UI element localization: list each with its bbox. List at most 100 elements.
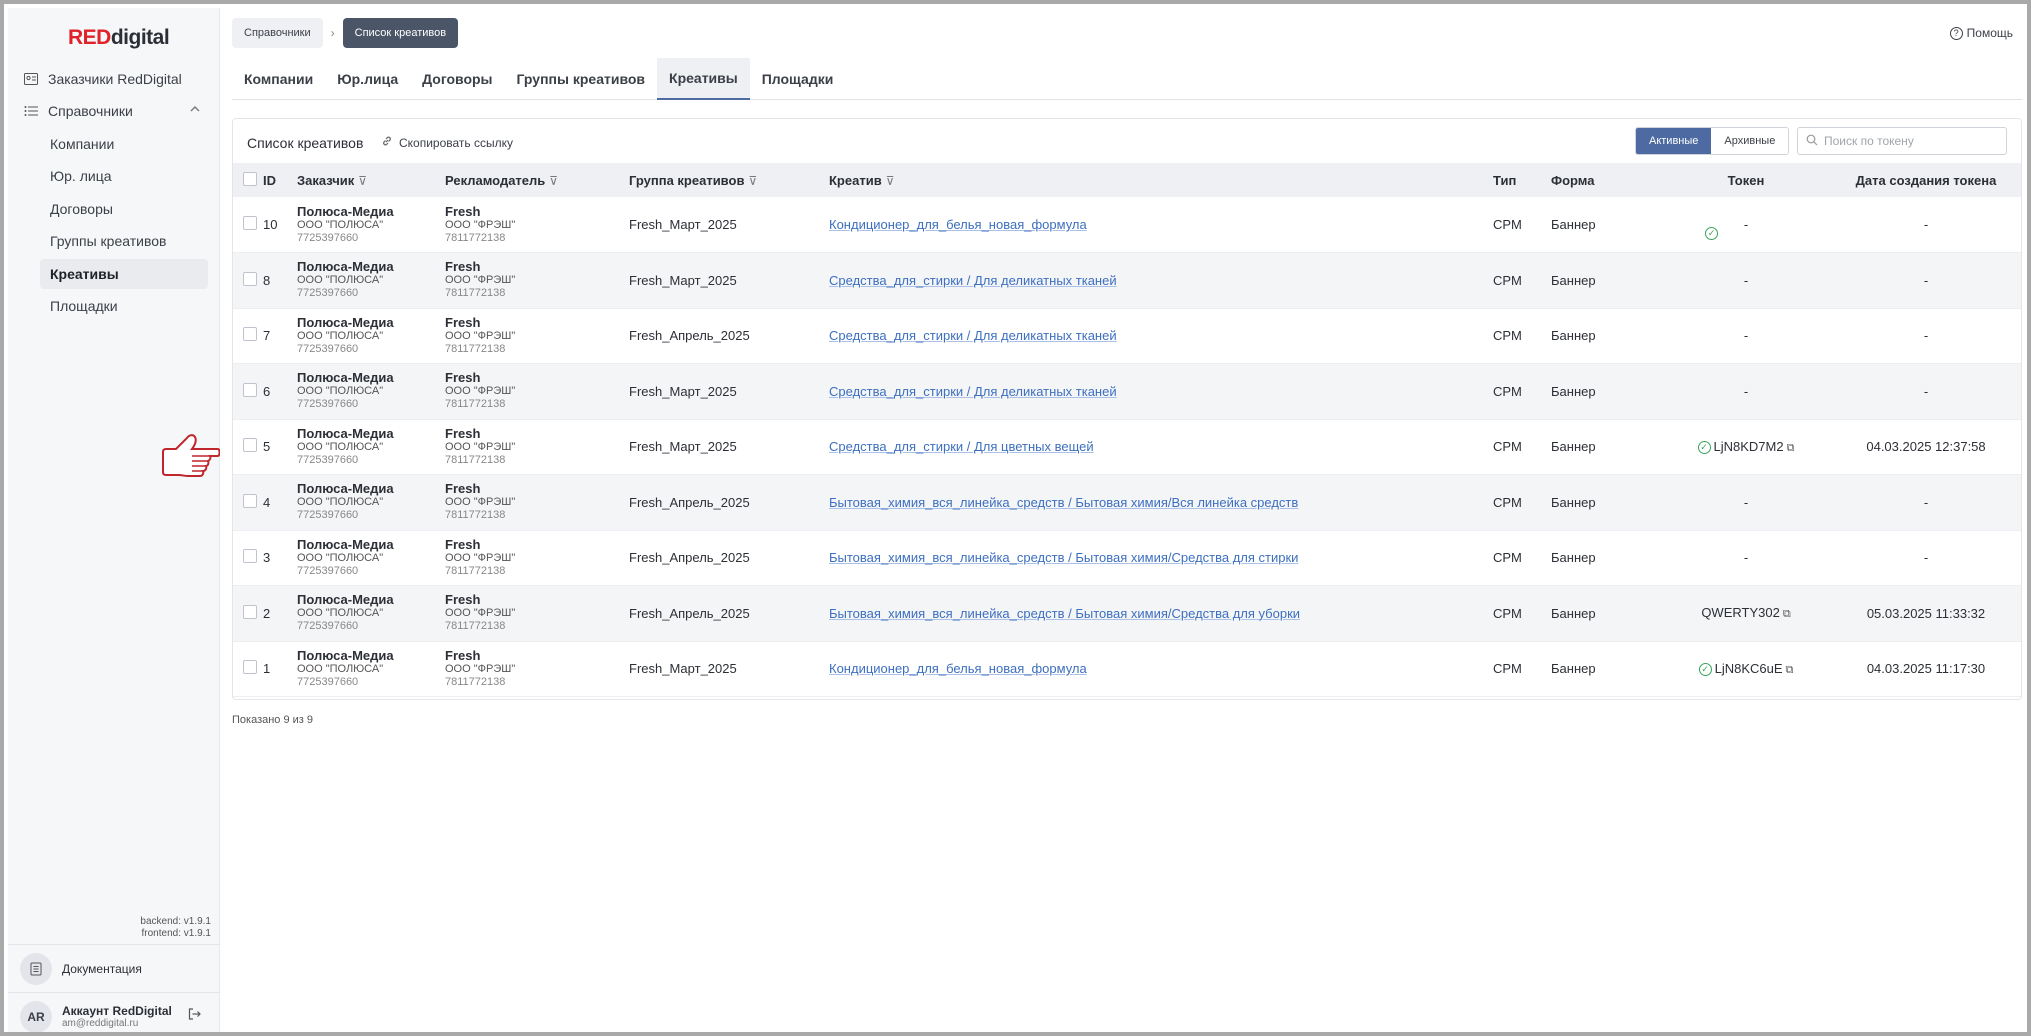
col-token[interactable]: Токен	[1661, 163, 1831, 197]
row-checkbox[interactable]	[243, 327, 257, 342]
table-row[interactable]: 8 Полюса-Медиа ООО "ПОЛЮСА" 7725397660 Fresh…	[233, 252, 2021, 309]
copy-icon[interactable]: ⧉	[1786, 664, 1794, 676]
copy-link-button[interactable]: Скопировать ссылку	[381, 135, 513, 150]
advertiser-inn: 7811772138	[445, 509, 506, 522]
creative-link[interactable]: Средства_для_стирки / Для деликатных тка…	[829, 328, 1117, 343]
token-search-input[interactable]	[1824, 134, 1994, 148]
tab-creatives[interactable]: Креативы	[657, 58, 750, 100]
sidebar-item-platforms[interactable]: Площадки	[40, 291, 208, 321]
help-button[interactable]: ? Помощь	[1949, 26, 2013, 40]
tab-contracts[interactable]: Договоры	[410, 58, 504, 100]
check-circle-icon: ✓	[1697, 440, 1711, 454]
creative-cell: Средства_для_стирки / Для цветных вещей	[829, 419, 1493, 475]
table-row[interactable]: 7 Полюса-Медиа ООО "ПОЛЮСА" 7725397660 Fresh…	[233, 308, 2021, 364]
creative-link[interactable]: Бытовая_химия_вся_линейка_средств / Быто…	[829, 550, 1298, 565]
creative-link[interactable]: Бытовая_химия_вся_линейка_средств / Быто…	[829, 495, 1298, 510]
token-cell: -	[1661, 308, 1831, 364]
col-id[interactable]: ID	[263, 163, 297, 197]
archived-filter-button[interactable]: Архивные	[1711, 128, 1789, 154]
table-row[interactable]: 6 Полюса-Медиа ООО "ПОЛЮСА" 7725397660 Fresh…	[233, 363, 2021, 420]
customer-inn: 7725397660	[297, 564, 359, 577]
help-label: Помощь	[1966, 26, 2013, 40]
creative-cell: Средства_для_стирки / Для деликатных тка…	[829, 364, 1493, 420]
sidebar-item-customers[interactable]: Заказчики RedDigital	[22, 64, 182, 94]
type-cell: CPM	[1493, 494, 1522, 510]
account-block[interactable]: AR Аккаунт RedDigital am@reddigital.ru	[8, 992, 220, 1032]
chevron-up-icon[interactable]	[190, 102, 200, 116]
table-row[interactable]: 4 Полюса-Медиа ООО "ПОЛЮСА" 7725397660 Fresh…	[233, 474, 2021, 530]
row-checkbox[interactable]	[243, 549, 257, 564]
customer-cell: Полюса-Медиа ООО "ПОЛЮСА" 7725397660	[297, 419, 445, 475]
customer-org: ООО "ПОЛЮСА"	[297, 274, 384, 287]
copy-icon[interactable]: ⧉	[1783, 608, 1791, 620]
copy-icon[interactable]: ⧉	[1787, 442, 1795, 454]
customer-inn: 7725397660	[297, 231, 359, 244]
creative-link[interactable]: Кондиционер_для_белья_новая_формула	[829, 217, 1087, 232]
logo[interactable]: REDdigital	[68, 26, 170, 50]
advertiser-name: Fresh	[445, 592, 481, 608]
table-row[interactable]: 1 Полюса-Медиа ООО "ПОЛЮСА" 7725397660 Fresh…	[233, 641, 2021, 697]
sidebar-item-companies[interactable]: Компании	[40, 129, 208, 159]
form-cell: Баннер	[1551, 605, 1596, 621]
table-row[interactable]: 5 Полюса-Медиа ООО "ПОЛЮСА" 7725397660 Fresh…	[233, 419, 2021, 475]
breadcrumb-directories[interactable]: Справочники	[232, 18, 323, 48]
documentation-link[interactable]: Документация	[8, 944, 220, 992]
col-advertiser[interactable]: Рекламодатель ⊽	[445, 163, 629, 197]
advertiser-cell: Fresh ООО "ФРЭШ" 7811772138	[445, 586, 629, 642]
advertiser-name: Fresh	[445, 370, 481, 386]
filter-icon[interactable]: ⊽	[748, 174, 757, 188]
advertiser-cell: Fresh ООО "ФРЭШ" 7811772138	[445, 530, 629, 586]
type-cell: CPM	[1493, 550, 1522, 566]
row-checkbox[interactable]	[243, 604, 257, 619]
col-creative[interactable]: Креатив ⊽	[829, 163, 1493, 197]
creative-link[interactable]: Бытовая_химия_вся_линейка_средств / Быто…	[829, 606, 1300, 621]
sidebar-item-creative-groups[interactable]: Группы креативов	[40, 226, 208, 256]
logout-icon[interactable]	[188, 1007, 201, 1023]
token-value: -	[1743, 550, 1749, 566]
sidebar-item-legal-entities[interactable]: Юр. лица	[40, 161, 208, 191]
row-checkbox[interactable]	[243, 271, 257, 286]
col-form[interactable]: Форма	[1551, 163, 1661, 197]
col-creative-group[interactable]: Группа креативов ⊽	[629, 163, 829, 197]
token-value: LjN8KC6uE	[1714, 660, 1783, 676]
version-info: backend: v1.9.1 frontend: v1.9.1	[140, 916, 211, 940]
advertiser-cell: Fresh ООО "ФРЭШ" 7811772138	[445, 253, 629, 309]
col-token-date[interactable]: Дата создания токена	[1831, 163, 2021, 197]
tab-creative-groups[interactable]: Группы креативов	[505, 58, 658, 100]
filter-icon[interactable]: ⊽	[358, 174, 367, 188]
col-customer[interactable]: Заказчик ⊽	[297, 163, 445, 197]
table-row[interactable]: 3 Полюса-Медиа ООО "ПОЛЮСА" 7725397660 Fresh…	[233, 530, 2021, 586]
tab-platforms[interactable]: Площадки	[750, 58, 846, 100]
col-customer-label: Заказчик	[297, 172, 355, 188]
sidebar-group-directories[interactable]: Справочники	[22, 96, 212, 126]
filter-icon[interactable]: ⊽	[549, 174, 558, 188]
customer-name: Полюса-Медиа	[297, 592, 394, 608]
filter-icon[interactable]: ⊽	[886, 174, 895, 188]
creative-link[interactable]: Средства_для_стирки / Для деликатных тка…	[829, 273, 1117, 288]
customer-name: Полюса-Медиа	[297, 314, 394, 330]
advertiser-cell: Fresh ООО "ФРЭШ" 7811772138	[445, 419, 629, 475]
tab-bar: Компании Юр.лица Договоры Группы креатив…	[232, 58, 2022, 100]
row-checkbox[interactable]	[243, 216, 257, 230]
active-filter-button[interactable]: Активные	[1636, 128, 1712, 154]
sidebar-item-contracts[interactable]: Договоры	[40, 194, 208, 224]
select-all-checkbox[interactable]	[243, 171, 257, 186]
form-cell: Баннер	[1551, 494, 1596, 510]
tab-companies[interactable]: Компании	[232, 58, 325, 100]
creative-group: Fresh_Апрель_2025	[629, 494, 750, 510]
creative-link[interactable]: Средства_для_стирки / Для цветных вещей	[829, 439, 1094, 454]
row-checkbox[interactable]	[243, 438, 257, 453]
tab-legal-entities[interactable]: Юр.лица	[325, 58, 410, 100]
row-checkbox[interactable]	[243, 660, 257, 675]
row-checkbox[interactable]	[243, 382, 257, 397]
row-id: 5	[263, 439, 271, 455]
link-icon	[381, 135, 393, 150]
sidebar-item-creatives[interactable]: Креативы	[40, 259, 208, 289]
table-row[interactable]: 10 Полюса-Медиа ООО "ПОЛЮСА" 7725397660 Fres…	[233, 197, 2021, 253]
col-type[interactable]: Тип	[1493, 163, 1551, 197]
token-date-cell: -	[1923, 272, 1929, 288]
creative-link[interactable]: Кондиционер_для_белья_новая_формула	[829, 661, 1087, 676]
table-row[interactable]: 2 Полюса-Медиа ООО "ПОЛЮСА" 7725397660 Fresh…	[233, 585, 2021, 642]
creative-link[interactable]: Средства_для_стирки / Для деликатных тка…	[829, 384, 1117, 399]
row-checkbox[interactable]	[243, 493, 257, 508]
